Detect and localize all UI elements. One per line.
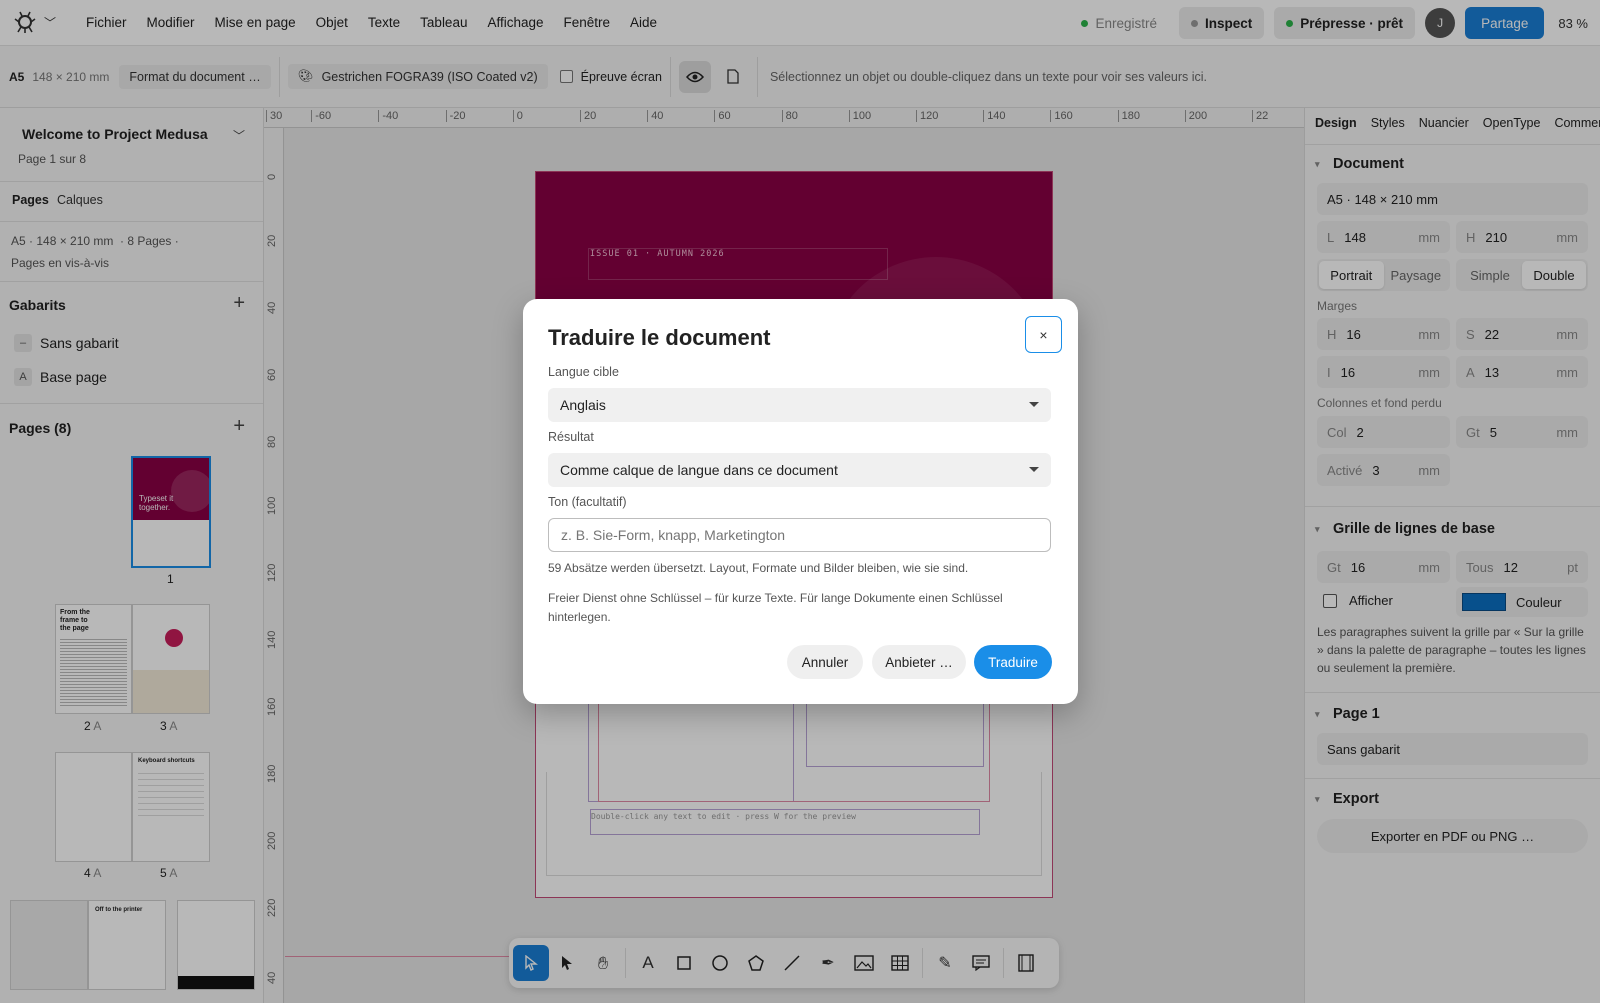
service-note: Freier Dienst ohne Schlüssel – für kurze… bbox=[548, 591, 1003, 624]
translate-button[interactable]: Traduire bbox=[974, 645, 1052, 679]
translate-dialog: Traduire le document × Langue cible Angl… bbox=[523, 299, 1078, 704]
close-button[interactable]: × bbox=[1025, 316, 1062, 353]
translation-info: 59 Absätze werden übersetzt. Layout, For… bbox=[548, 561, 969, 575]
tone-input[interactable] bbox=[548, 518, 1051, 552]
target-language-label: Langue cible bbox=[548, 365, 619, 379]
result-select[interactable]: Comme calque de langue dans ce document bbox=[548, 453, 1051, 487]
provider-button[interactable]: Anbieter … bbox=[872, 645, 966, 679]
tone-label: Ton (facultatif) bbox=[548, 495, 627, 509]
cancel-button[interactable]: Annuler bbox=[787, 645, 863, 679]
dialog-title: Traduire le document bbox=[548, 325, 771, 350]
select-value: Comme calque de langue dans ce document bbox=[560, 462, 838, 478]
target-language-select[interactable]: Anglais bbox=[548, 388, 1051, 422]
dropdown-caret-icon bbox=[1029, 467, 1039, 472]
select-value: Anglais bbox=[560, 397, 606, 413]
dropdown-caret-icon bbox=[1029, 402, 1039, 407]
result-label: Résultat bbox=[548, 430, 594, 444]
